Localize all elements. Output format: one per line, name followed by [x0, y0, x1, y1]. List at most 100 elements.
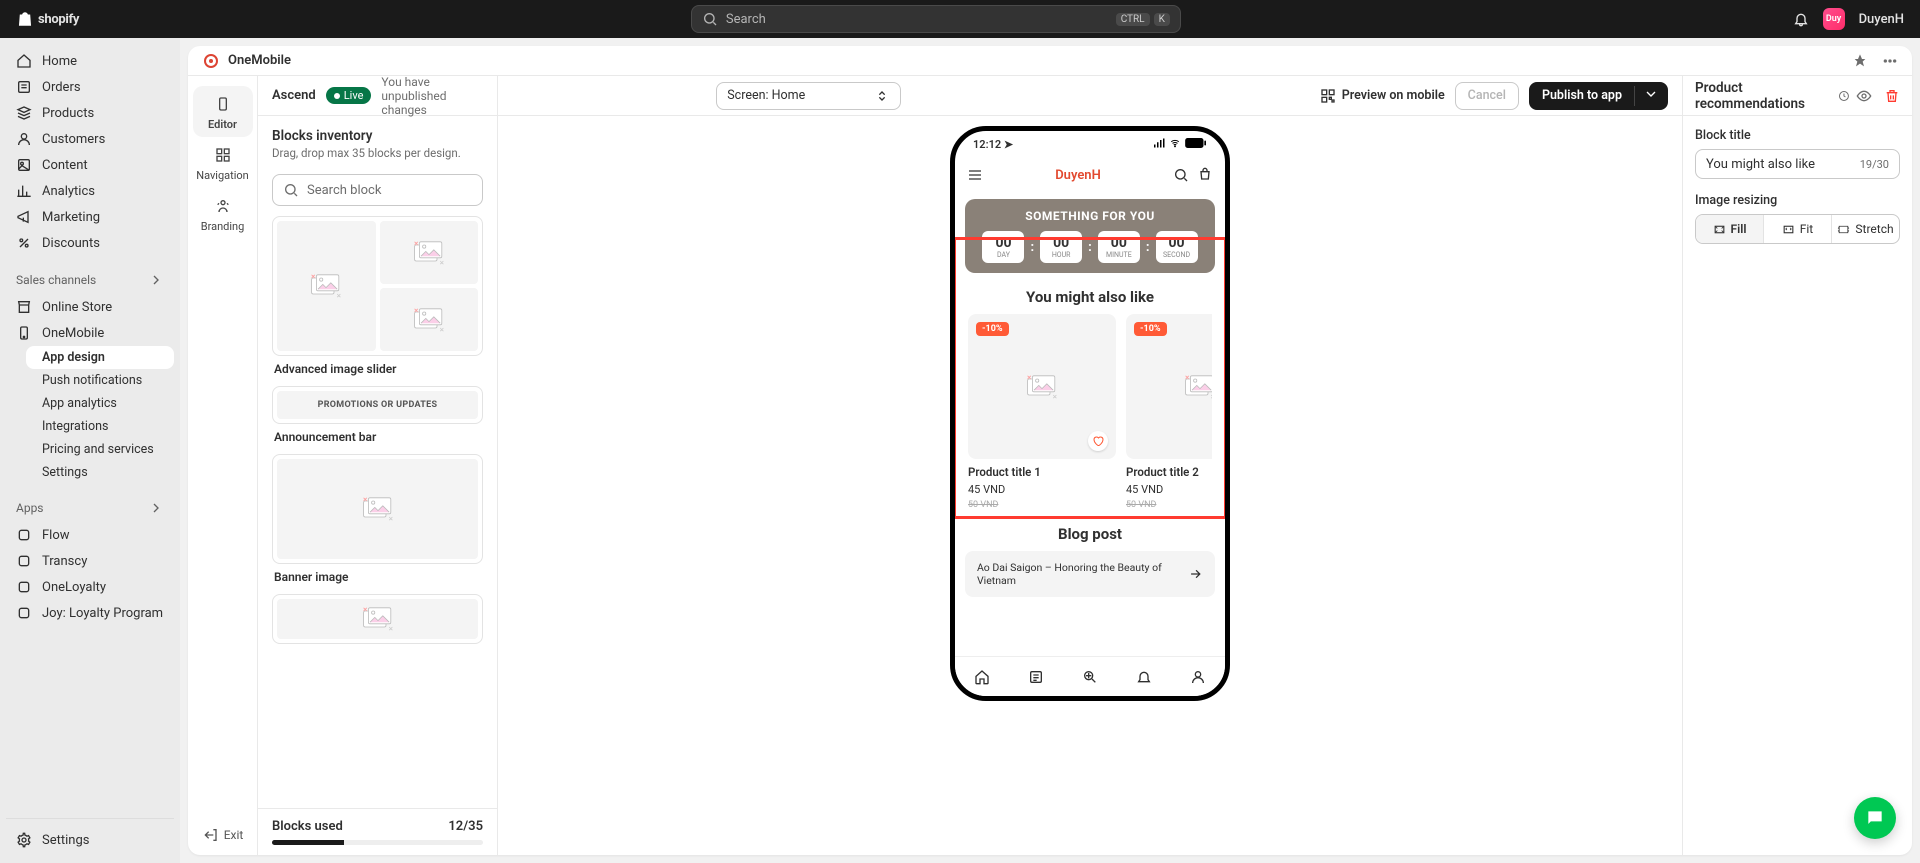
product-card[interactable]: -10%Product title 145 VND50 VND	[968, 314, 1116, 510]
block-preview-banner[interactable]	[272, 454, 483, 564]
tab-notifications-icon[interactable]	[1136, 669, 1152, 685]
blog-item[interactable]: Ao Dai Saigon – Honoring the Beauty of V…	[965, 551, 1215, 597]
apps-header[interactable]: Apps	[6, 494, 174, 522]
selected-block-highlight: You might also like -10%Product title 14…	[955, 237, 1225, 519]
sidebar-item-oneloyalty[interactable]: OneLoyalty	[6, 574, 174, 600]
sidebar-item-push-notifications[interactable]: Push notifications	[26, 369, 174, 392]
block-title-input[interactable]: You might also like 19/30	[1695, 149, 1900, 179]
theme-name: Ascend	[272, 88, 316, 103]
delete-icon[interactable]	[1884, 88, 1900, 104]
sidebar-item-integrations[interactable]: Integrations	[26, 415, 174, 438]
sidebar-item-content[interactable]: Content	[6, 152, 174, 178]
pin-icon[interactable]	[1852, 53, 1868, 69]
search-icon[interactable]	[1173, 167, 1189, 183]
content-icon	[16, 157, 32, 173]
stretch-icon	[1837, 223, 1850, 236]
recommendation-title: You might also like	[968, 288, 1212, 306]
sidebar-item-pricing-and-services[interactable]: Pricing and services	[26, 438, 174, 461]
user-avatar[interactable]: Duy	[1823, 8, 1845, 30]
resize-option-fit[interactable]: Fit	[1764, 215, 1832, 243]
product-card[interactable]: -10%Product title 245 VND50 VND	[1126, 314, 1212, 510]
product-price: 45 VND	[968, 483, 1116, 496]
tab-home-icon[interactable]	[974, 669, 990, 685]
marketing-icon	[16, 209, 32, 225]
more-icon[interactable]	[1882, 53, 1898, 69]
search-placeholder: Search	[726, 12, 766, 27]
arrow-right-icon	[1188, 566, 1203, 582]
chat-icon	[1865, 808, 1885, 828]
sidebar-item-online-store[interactable]: Online Store	[6, 294, 174, 320]
phone-preview: 12:12 ➤ Du	[950, 126, 1230, 701]
block-preview-announcement[interactable]: PROMOTIONS OR UPDATES	[272, 386, 483, 424]
config-header: Product recommendations	[1695, 80, 1832, 112]
cancel-button[interactable]: Cancel	[1455, 82, 1519, 110]
block-preview-label: Banner image	[274, 570, 483, 584]
customers-icon	[16, 131, 32, 147]
unpublished-message: You have unpublished changes	[381, 75, 483, 117]
cart-icon[interactable]	[1197, 167, 1213, 183]
sidebar-item-customers[interactable]: Customers	[6, 126, 174, 152]
tab-catalog-icon[interactable]	[1028, 669, 1044, 685]
product-old-price: 50 VND	[1126, 500, 1212, 510]
sidebar-item-settings[interactable]: Settings	[26, 461, 174, 484]
shopify-topbar: shopify Search CTRLK Duy DuyenH	[0, 0, 1920, 38]
sidebar-item-onemobile[interactable]: OneMobile	[6, 320, 174, 346]
hamburger-icon[interactable]	[967, 167, 983, 183]
rail-tab-navigation[interactable]: Navigation	[193, 137, 253, 188]
global-search[interactable]: Search CTRLK	[691, 5, 1181, 33]
sidebar-item-app-design[interactable]: App design	[26, 346, 174, 369]
sidebar-item-joy-loyalty-program[interactable]: Joy: Loyalty Program	[6, 600, 174, 626]
sidebar-item-discounts[interactable]: Discounts	[6, 230, 174, 256]
sidebar-item-products[interactable]: Products	[6, 100, 174, 126]
rail-tab-editor[interactable]: Editor	[193, 86, 253, 137]
store-icon	[16, 299, 32, 315]
screen-selector[interactable]: Screen: Home	[716, 82, 901, 110]
sidebar-item-app-analytics[interactable]: App analytics	[26, 392, 174, 415]
sidebar-item-settings[interactable]: Settings	[6, 827, 174, 853]
chevron-right-icon	[148, 500, 164, 516]
tab-account-icon[interactable]	[1190, 669, 1206, 685]
user-name[interactable]: DuyenH	[1859, 12, 1904, 27]
rail-tab-branding[interactable]: Branding	[193, 188, 253, 239]
sidebar-item-analytics[interactable]: Analytics	[6, 178, 174, 204]
chat-fab[interactable]	[1854, 797, 1896, 839]
analytics-icon	[16, 183, 32, 199]
block-preview-adv-slider[interactable]	[272, 216, 483, 356]
blocks-panel: Ascend Live You have unpublished changes…	[258, 76, 498, 855]
fill-icon	[1713, 223, 1726, 236]
wifi-icon	[1168, 138, 1182, 148]
block-preview-label: Announcement bar	[274, 430, 483, 444]
sales-channels-header[interactable]: Sales channels	[6, 266, 174, 294]
exit-button[interactable]: Exit	[202, 827, 244, 843]
resize-option-stretch[interactable]: Stretch	[1832, 215, 1899, 243]
sidebar-item-orders[interactable]: Orders	[6, 74, 174, 100]
sidebar-item-marketing[interactable]: Marketing	[6, 204, 174, 230]
home-icon	[16, 53, 32, 69]
shopify-logo[interactable]: shopify	[16, 10, 79, 28]
block-title-label: Block title	[1695, 128, 1900, 143]
notifications-icon[interactable]	[1793, 11, 1809, 27]
navigation-icon	[215, 147, 231, 163]
search-icon	[702, 11, 718, 27]
gear-icon	[16, 832, 32, 848]
sidebar-item-home[interactable]: Home	[6, 48, 174, 74]
blocks-used-progress	[272, 840, 483, 845]
block-preview-partial[interactable]	[272, 594, 483, 644]
discounts-icon	[16, 235, 32, 251]
wishlist-button[interactable]	[1088, 431, 1108, 451]
status-icons	[1154, 138, 1207, 151]
sidebar-item-flow[interactable]: Flow	[6, 522, 174, 548]
exit-icon	[202, 827, 218, 843]
tab-search-icon[interactable]	[1082, 669, 1098, 685]
preview-on-mobile-button[interactable]: Preview on mobile	[1320, 88, 1445, 104]
visibility-icon[interactable]	[1856, 88, 1872, 104]
history-icon[interactable]	[1838, 89, 1850, 103]
publish-button[interactable]: Publish to app	[1529, 82, 1668, 110]
product-title: Product title 1	[968, 465, 1116, 479]
sidebar-item-transcy[interactable]: Transcy	[6, 548, 174, 574]
blocks-used-label: Blocks used	[272, 819, 343, 834]
shopify-sidebar: HomeOrdersProductsCustomersContentAnalyt…	[0, 38, 180, 863]
block-search-input[interactable]: Search block	[272, 174, 483, 206]
resize-option-fill[interactable]: Fill	[1696, 215, 1764, 243]
blog-section-title: Blog post	[965, 525, 1215, 543]
